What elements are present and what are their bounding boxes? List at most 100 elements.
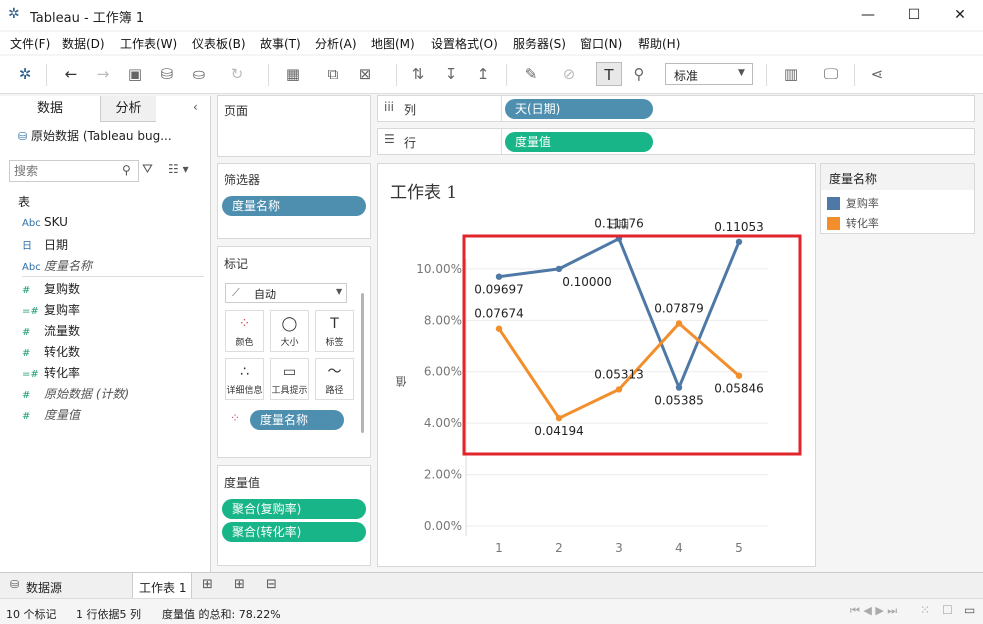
path-mark-button[interactable]: 〜路径 (315, 358, 354, 400)
field-traffic-count[interactable]: # 流量数 (22, 322, 80, 342)
tab-analysis[interactable]: 分析 (100, 96, 156, 122)
new-worksheet-tab-icon[interactable]: ⊞ (202, 577, 213, 592)
menu-dashboard[interactable]: 仪表板(B) (192, 35, 246, 52)
field-record-count[interactable]: # 原始数据 (计数) (22, 385, 129, 405)
sort-descending-icon[interactable]: ↥ (470, 62, 496, 86)
field-repurchase-rate[interactable]: =# 复购率 (22, 301, 80, 321)
size-mark-button[interactable]: ◯ 大小 (270, 310, 309, 352)
color-mark-label: 颜色 (235, 338, 254, 348)
pause-updates-icon[interactable]: ⛀ (186, 62, 212, 86)
tab-sheet-1[interactable]: 工作表 1 (132, 573, 192, 598)
shelf-divider (501, 129, 502, 154)
data-label: 0.09697 (474, 283, 524, 297)
collapse-pane-icon[interactable]: ‹ (193, 100, 198, 114)
sheet-navigation-icon[interactable]: ⏮ ◀ ▶ ⏭ (850, 604, 897, 618)
redo-icon[interactable]: → (90, 62, 116, 86)
legend-item-conversion-rate[interactable]: 转化率 (827, 215, 879, 231)
new-story-tab-icon[interactable]: ⊟ (266, 577, 277, 592)
filmstrip-icon[interactable]: ☐ (942, 603, 953, 617)
fix-axes-icon[interactable]: ⚲ (626, 62, 652, 86)
tabs-view-icon[interactable]: ▭ (964, 603, 975, 617)
menu-server[interactable]: 服务器(S) (513, 35, 566, 52)
mark-type-value: 自动 (254, 288, 276, 301)
legend-item-repurchase-rate[interactable]: 复购率 (827, 195, 879, 211)
menu-window[interactable]: 窗口(N) (580, 35, 622, 52)
menu-story[interactable]: 故事(T) (260, 35, 301, 52)
new-dashboard-tab-icon[interactable]: ⊞ (234, 577, 245, 592)
toolbar-separator (46, 64, 47, 86)
show-mark-labels-icon[interactable]: T (596, 62, 622, 86)
tab-sheet-label: 工作表 1 (139, 581, 187, 595)
new-worksheet-icon[interactable]: ▦ (280, 62, 306, 86)
tab-datasource[interactable]: 数据源 (26, 579, 62, 596)
datasource-item[interactable]: ⛁ 原始数据 (Tableau bug... (18, 127, 208, 147)
detail-mark-button[interactable]: ∴ 详细信息 (225, 358, 264, 400)
path-line-icon: 〜 (327, 364, 342, 380)
filter-icon[interactable]: ⛛ (142, 162, 153, 177)
toolbar-separator (396, 64, 397, 86)
marks-color-pill-measure-names[interactable]: 度量名称 (250, 410, 344, 430)
highlight-icon[interactable]: ✎ (518, 62, 544, 86)
field-repurchase-count[interactable]: # 复购数 (22, 280, 80, 300)
filters-card[interactable]: 筛选器 度量名称 (217, 163, 371, 239)
minimize-button[interactable]: — (845, 0, 891, 30)
data-point (735, 372, 743, 379)
maximize-button[interactable]: ☐ (891, 0, 937, 30)
datasource-tab-icon: ⛁ (10, 578, 20, 591)
columns-shelf[interactable]: iii 列 天(日期) (377, 95, 975, 122)
field-sku[interactable]: Abc SKU (22, 215, 68, 235)
field-conversion-count[interactable]: # 转化数 (22, 343, 80, 363)
field-measure-names[interactable]: Abc 度量名称 (22, 257, 92, 277)
measure-pill-repurchase-rate[interactable]: 聚合(复购率) (222, 499, 366, 519)
columns-pill-day-date[interactable]: 天(日期) (505, 99, 653, 119)
group-members-icon[interactable]: ⊘ (556, 62, 582, 86)
calc-number-type-icon: =# (22, 369, 39, 380)
rows-shelf[interactable]: ☰ 行 度量值 (377, 128, 975, 155)
pages-card[interactable]: 页面 (217, 95, 371, 157)
clear-sheet-icon[interactable]: ⊠ (352, 62, 378, 86)
marks-scrollbar[interactable] (361, 293, 364, 433)
new-datasource-icon[interactable]: ⛁ (154, 62, 180, 86)
share-icon[interactable]: ⋖ (864, 62, 890, 86)
menu-data[interactable]: 数据(D) (62, 35, 105, 52)
tooltip-mark-button[interactable]: ▭ 工具提示 (270, 358, 309, 400)
line-chart[interactable]: 0.00% 2.00% 4.00% 6.00% 8.00% 10.00% 1 2 3 4 5 0.09… (378, 164, 815, 566)
rows-pill-measure-values[interactable]: 度量值 (505, 132, 653, 152)
refresh-icon[interactable]: ↻ (224, 62, 250, 86)
field-date[interactable]: 日 日期 (22, 236, 68, 256)
field-measure-values[interactable]: # 度量值 (22, 406, 80, 426)
fit-dropdown[interactable]: 标准 ▼ (665, 63, 753, 85)
data-label: 0.04194 (534, 424, 584, 438)
search-box[interactable]: ⚲ (9, 160, 139, 182)
fit-dropdown-value: 标准 (674, 69, 699, 83)
measure-pill-conversion-rate[interactable]: 聚合(转化率) (222, 522, 366, 542)
label-mark-button[interactable]: T 标签 (315, 310, 354, 352)
menu-help[interactable]: 帮助(H) (638, 35, 680, 52)
filter-pill-measure-names[interactable]: 度量名称 (222, 196, 366, 216)
swap-rows-columns-icon[interactable]: ⇅ (405, 62, 431, 86)
search-input[interactable] (14, 161, 114, 181)
presentation-mode-icon[interactable]: 🖵 (818, 62, 844, 86)
sheet-sorter-icon[interactable]: ⁙ (920, 603, 930, 617)
view-options-icon[interactable]: ☷ ▾ (168, 162, 189, 176)
sort-ascending-icon[interactable]: ↧ (438, 62, 464, 86)
show-me-icon[interactable]: ▥ (778, 62, 804, 86)
duplicate-sheet-icon[interactable]: ⧉ (320, 62, 346, 86)
x-tick-label: 3 (615, 541, 623, 555)
close-button[interactable]: ✕ (937, 0, 983, 30)
path-mark-label: 路径 (325, 386, 344, 396)
save-icon[interactable]: ▣ (122, 62, 148, 86)
toolbar-separator (854, 64, 855, 86)
menu-worksheet[interactable]: 工作表(W) (120, 35, 177, 52)
menu-format[interactable]: 设置格式(O) (431, 35, 498, 52)
field-conversion-rate[interactable]: =# 转化率 (22, 364, 80, 384)
color-mark-button[interactable]: ⁘ 颜色 (225, 310, 264, 352)
menu-map[interactable]: 地图(M) (371, 35, 415, 52)
tableau-home-icon[interactable]: ✲ (12, 62, 38, 86)
undo-icon[interactable]: ← (58, 62, 84, 86)
menu-file[interactable]: 文件(F) (10, 35, 50, 52)
tab-data[interactable]: 数据 (0, 96, 100, 122)
mark-type-dropdown[interactable]: ⟋ 自动 ▼ (225, 283, 347, 303)
menu-analysis[interactable]: 分析(A) (315, 35, 357, 52)
marks-title: 标记 (224, 257, 249, 271)
